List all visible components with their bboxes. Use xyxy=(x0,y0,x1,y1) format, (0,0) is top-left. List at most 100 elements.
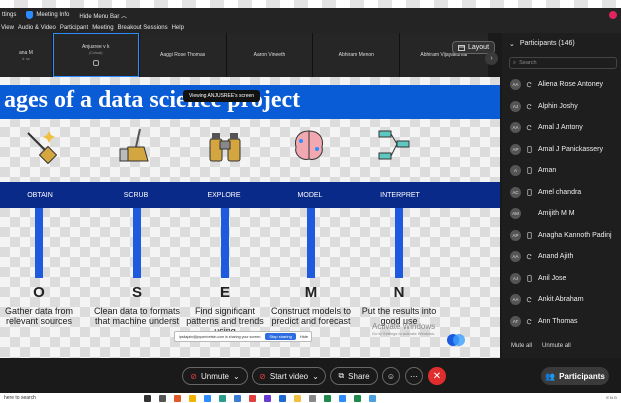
menu-item-breakout-sessions[interactable]: Breakout Sessions xyxy=(118,25,168,31)
phone-icon xyxy=(527,231,532,239)
word-icon[interactable] xyxy=(279,394,286,402)
layout-label: Layout xyxy=(468,44,490,51)
hide-notice-button[interactable]: Hide xyxy=(300,334,308,339)
video-thumbnail[interactable]: Aaggi Rose Thomas xyxy=(139,33,226,77)
people-icon: 👥 xyxy=(545,371,556,381)
meeting-info-label: Meeting Info xyxy=(36,12,70,18)
leave-meeting-button[interactable]: ✕ xyxy=(428,367,446,385)
participant-row[interactable]: AA Anand Ajith xyxy=(502,246,621,268)
chevron-down-icon[interactable]: ⌄ xyxy=(312,372,319,381)
shield-icon xyxy=(26,11,34,19)
unmute-all-button[interactable]: Unmute all xyxy=(542,343,571,349)
participant-row[interactable]: AA Aliena Rose Antoney xyxy=(502,74,621,96)
thumbnail-name: ana M xyxy=(18,49,33,56)
search-app-icon[interactable] xyxy=(144,394,151,402)
layout-icon xyxy=(458,44,465,51)
participant-name: Alphin Joshy xyxy=(538,102,578,110)
presenter-logo-icon xyxy=(447,334,465,346)
participant-row[interactable]: AP Anagha Kannoth Padinj xyxy=(502,225,621,247)
app-icon[interactable] xyxy=(264,394,271,402)
menu-item-help[interactable]: Help xyxy=(172,25,184,31)
phone-icon xyxy=(527,167,532,175)
avatar: AM xyxy=(510,208,521,220)
search-placeholder: Search xyxy=(519,60,537,66)
menu-item-participant[interactable]: Participant xyxy=(60,25,88,31)
participants-title: Participants (146) xyxy=(519,40,575,47)
settings-icon[interactable] xyxy=(309,394,316,402)
chevron-down-icon[interactable]: ⌄ xyxy=(233,372,240,381)
video-thumbnail[interactable]: Abhiram Vijayakumar xyxy=(400,33,489,77)
unmute-button[interactable]: ⊘ Unmute ⌄ xyxy=(182,367,248,385)
chevron-down-icon[interactable]: ⌄ xyxy=(509,40,515,48)
edge-icon[interactable] xyxy=(204,394,211,402)
participant-row[interactable]: AA Amal J Antony xyxy=(502,117,621,139)
zoom-meeting-window: ttings Meeting Info Hide Menu Bar ︿ View… xyxy=(0,0,621,403)
video-thumbnail[interactable]: Abhiram Menon xyxy=(313,33,400,77)
menu-bar: View Audio & Video Participant Meeting B… xyxy=(0,22,621,33)
more-options-button[interactable]: ⋯ xyxy=(405,367,423,385)
app-icon[interactable] xyxy=(354,394,361,402)
avatar: AA xyxy=(510,122,521,134)
participant-row[interactable]: AC Amel chandra xyxy=(502,182,621,204)
video-thumbnail[interactable]: ana M d: ss xyxy=(0,33,52,77)
reactions-button[interactable]: ☺ xyxy=(382,367,400,385)
participant-row[interactable]: AJ Alphin Joshy xyxy=(502,96,621,118)
chrome-icon[interactable] xyxy=(369,394,376,402)
stage-label-obtain: OBTAIN xyxy=(27,191,53,199)
start-video-button[interactable]: ⊘ Start video ⌄ xyxy=(252,367,326,385)
task-view-icon[interactable] xyxy=(159,394,166,402)
meeting-info-button[interactable]: Meeting Info xyxy=(26,11,69,19)
binoculars-icon xyxy=(209,133,241,162)
broom-icon xyxy=(119,128,149,162)
participant-name: Amel chandra xyxy=(538,188,582,196)
share-button[interactable]: ⧉ Share xyxy=(330,367,378,385)
menu-item-meeting[interactable]: Meeting xyxy=(92,25,113,31)
file-explorer-icon[interactable] xyxy=(189,394,196,402)
viewing-screen-label[interactable]: Viewing ANJUSREE's screen xyxy=(183,90,261,102)
collapse-panel-button[interactable]: › xyxy=(485,52,498,65)
office-icon[interactable] xyxy=(174,394,181,402)
store-icon[interactable] xyxy=(234,394,241,402)
settings-menu[interactable]: ttings xyxy=(2,12,16,18)
taskbar-search[interactable]: here to search xyxy=(0,395,132,401)
phone-icon xyxy=(527,145,532,153)
participant-row[interactable]: AA Ankit Abraham xyxy=(502,289,621,311)
sync-icon xyxy=(526,125,532,131)
system-tray[interactable]: ENG xyxy=(606,395,618,400)
participants-button[interactable]: 👥 Participants xyxy=(541,367,609,385)
avatar: AJ xyxy=(510,100,521,112)
panel-footer: Mute all Unmute all xyxy=(511,343,571,349)
menu-item-audio-video[interactable]: Audio & Video xyxy=(18,25,56,31)
participant-row[interactable]: AT Ann Thomas xyxy=(502,311,621,333)
mute-all-button[interactable]: Mute all xyxy=(511,343,532,349)
zoom-icon[interactable] xyxy=(219,394,226,402)
app-icon[interactable] xyxy=(294,394,301,402)
participant-row[interactable]: A Aman xyxy=(502,160,621,182)
app-icon[interactable] xyxy=(339,394,346,402)
video-thumbnail[interactable]: Anjusree v k (Cohost) xyxy=(52,33,139,77)
unmute-label: Unmute xyxy=(200,371,229,381)
opera-icon[interactable] xyxy=(249,394,256,402)
sync-icon xyxy=(526,297,532,303)
participant-name: Anil Jose xyxy=(538,274,567,282)
stage-label-model: MODEL xyxy=(297,191,323,199)
participant-row[interactable]: AM Amijith M M xyxy=(502,203,621,225)
participant-name: Anand Ajith xyxy=(538,253,574,261)
sharing-notification: ipsitajain@joyserivetsin.com is sharing … xyxy=(174,331,312,342)
video-thumbnail[interactable]: Aaron Vineeth xyxy=(226,33,313,77)
flowchart-icon xyxy=(378,130,410,160)
close-window-icon[interactable] xyxy=(609,11,617,19)
stage-connector xyxy=(395,208,403,278)
participant-row[interactable]: AJ Anil Jose xyxy=(502,268,621,290)
hide-menu-bar-button[interactable]: Hide Menu Bar ︿ xyxy=(79,11,127,20)
avatar: AT xyxy=(510,315,521,327)
close-icon: ✕ xyxy=(432,370,442,382)
microphone-icon xyxy=(92,60,99,66)
excel-icon[interactable] xyxy=(324,394,331,402)
participant-search-input[interactable]: ⌕ Search xyxy=(509,57,617,69)
sync-icon xyxy=(526,254,532,260)
stop-sharing-button[interactable]: Stop sharing xyxy=(265,333,296,340)
participant-row[interactable]: AP Amal J Panickassery xyxy=(502,139,621,161)
menu-item-view[interactable]: View xyxy=(1,25,14,31)
participants-header[interactable]: ⌄ Participants (146) xyxy=(502,33,621,54)
